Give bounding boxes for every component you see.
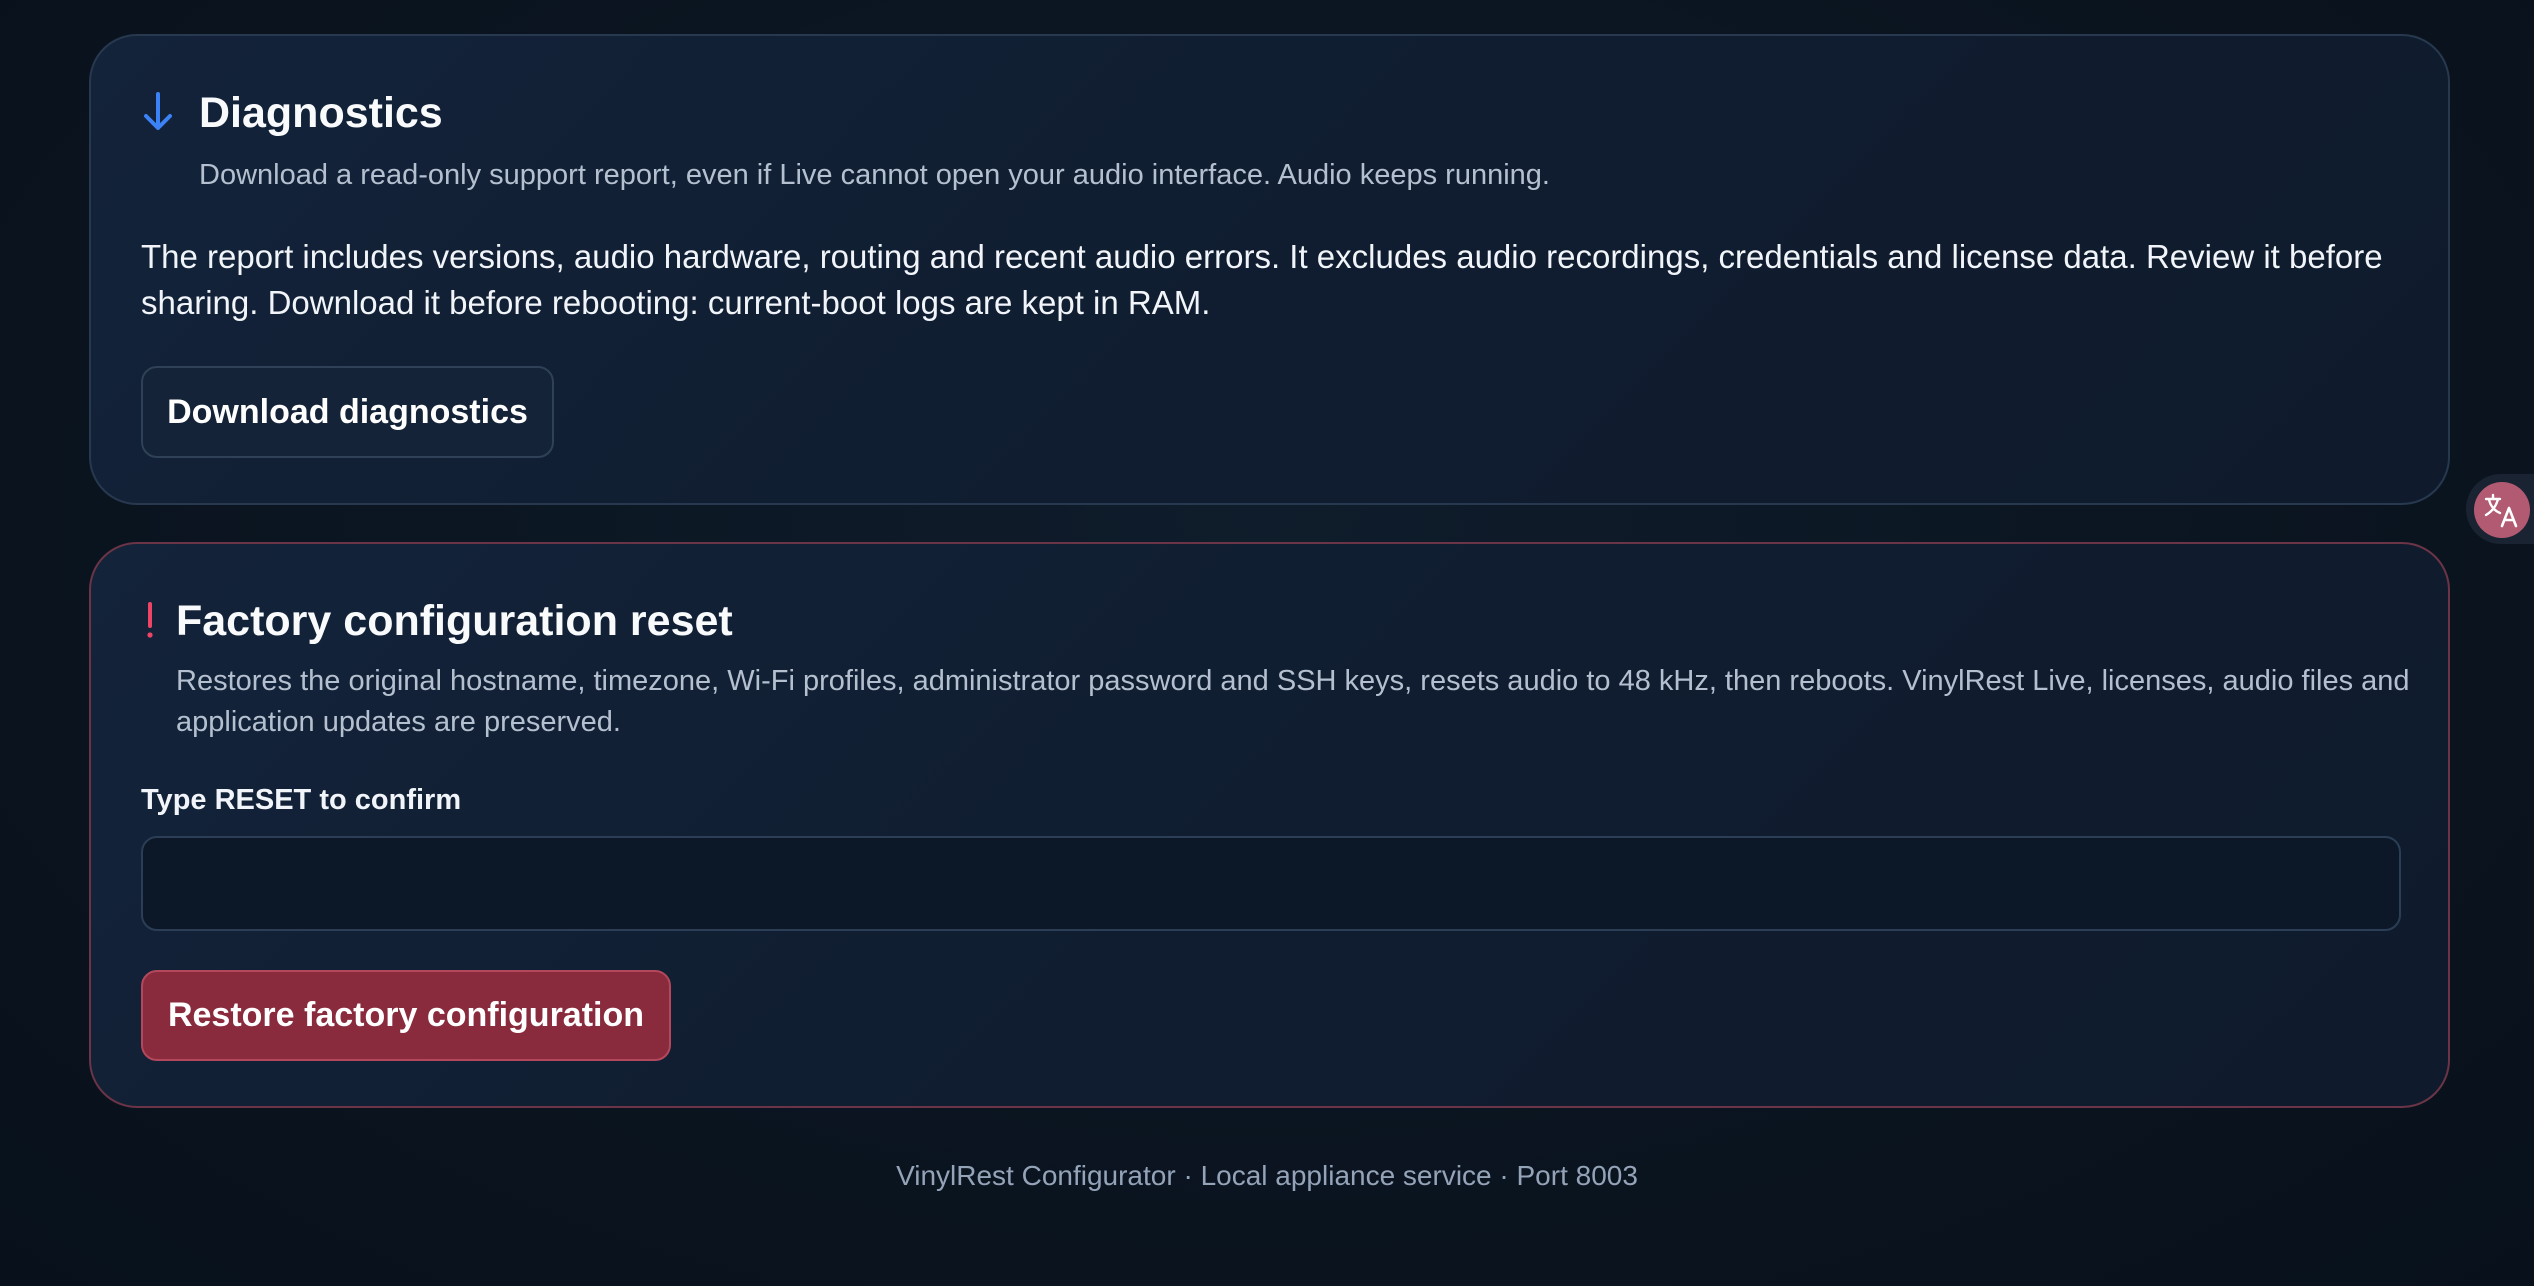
diagnostics-subtitle: Download a read-only support report, eve…	[199, 159, 1550, 191]
restore-factory-button[interactable]: Restore factory configuration	[141, 970, 671, 1061]
diagnostics-card: Diagnostics Download a read-only support…	[89, 34, 2450, 505]
translate-icon	[2484, 493, 2518, 528]
arrow-down-icon	[144, 92, 172, 130]
confirm-field-label: Type RESET to confirm	[141, 784, 462, 816]
exclamation-icon	[147, 602, 153, 638]
factory-reset-title: Factory configuration reset	[176, 597, 733, 645]
factory-reset-card: Factory configuration reset Restores the…	[89, 542, 2450, 1108]
translate-button[interactable]	[2474, 482, 2530, 538]
download-diagnostics-button[interactable]: Download diagnostics	[141, 366, 554, 458]
footer-text: VinylRest Configurator · Local appliance…	[896, 1160, 1638, 1191]
reset-confirm-input[interactable]	[141, 836, 2401, 931]
diagnostics-title: Diagnostics	[199, 89, 443, 137]
factory-reset-description: Restores the original hostname, timezone…	[176, 665, 2410, 738]
diagnostics-description: The report includes versions, audio hard…	[141, 238, 2383, 321]
